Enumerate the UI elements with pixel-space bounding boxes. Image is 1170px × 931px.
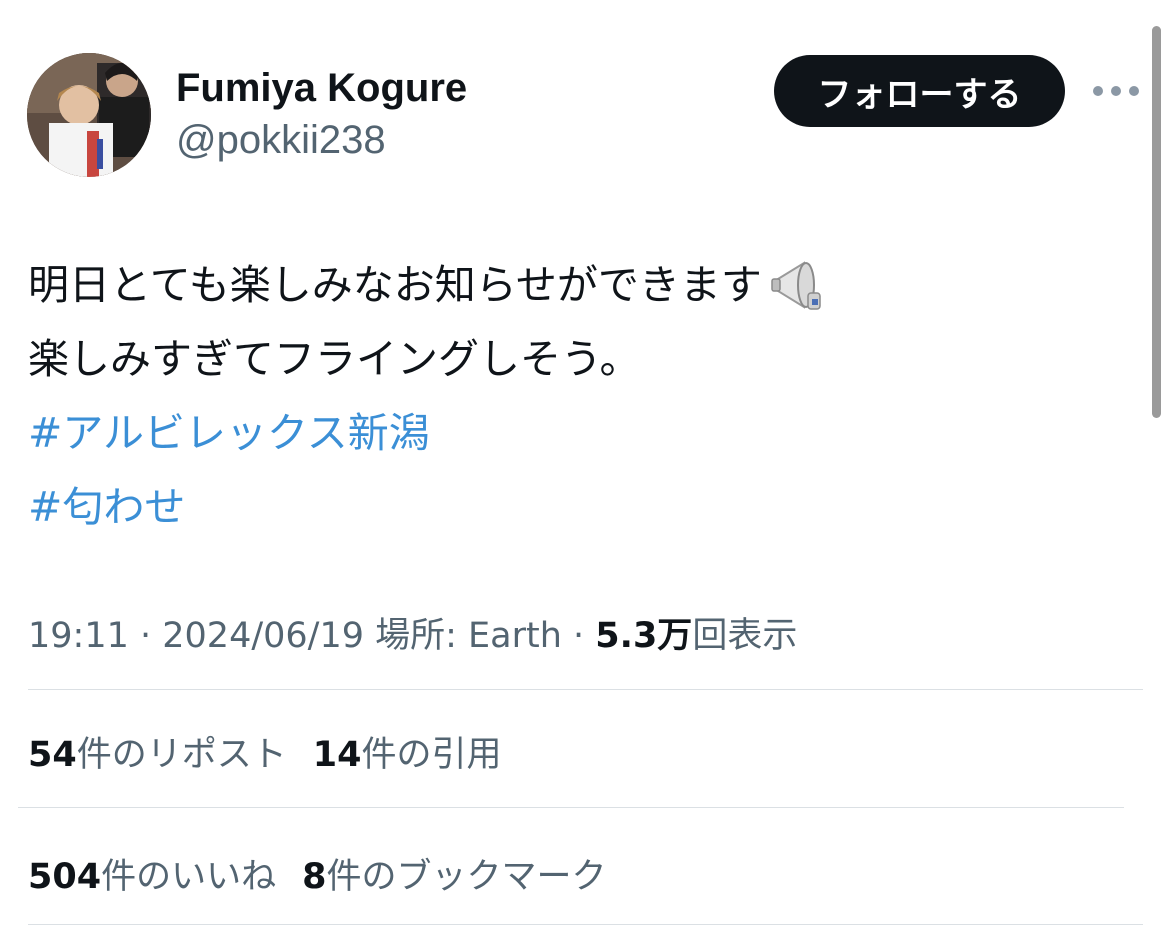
tweet-location: 場所: Earth — [364, 616, 562, 656]
meta-separator: · — [561, 616, 596, 656]
tweet-time[interactable]: 19:11 — [28, 616, 129, 656]
reposts-count: 54 — [28, 735, 77, 775]
meta-separator: · — [128, 616, 163, 656]
tweet-line: #匂わせ — [28, 470, 1128, 544]
quotes-count: 14 — [312, 735, 362, 775]
bookmarks-count: 8 — [302, 857, 327, 897]
more-dot — [1093, 86, 1103, 96]
display-name[interactable]: Fumiya Kogure — [176, 66, 467, 111]
likes-count: 504 — [28, 857, 102, 897]
likes-label: 件のいいね — [101, 857, 277, 897]
tweet-text-line-2: 楽しみすぎてフライングしそう。 — [28, 335, 641, 383]
tweet-date[interactable]: 2024/06/19 — [162, 616, 364, 656]
divider — [28, 689, 1143, 690]
bookmarks-stat[interactable]: 8件のブックマーク — [302, 848, 606, 899]
views-count: 5.3万 — [595, 616, 693, 656]
tweet-line: 明日とても楽しみなお知らせができます — [28, 248, 1128, 322]
megaphone-icon — [768, 255, 828, 315]
quotes-stat[interactable]: 14件の引用 — [313, 726, 502, 777]
tweet-line: #アルビレックス新潟 — [28, 396, 1128, 470]
more-dot — [1129, 86, 1139, 96]
views-label: 回表示 — [692, 616, 798, 656]
divider — [18, 807, 1124, 808]
reposts-label: 件のリポスト — [76, 735, 287, 775]
reposts-stat[interactable]: 54件のリポスト — [28, 726, 287, 777]
more-options-icon[interactable] — [1093, 83, 1139, 99]
more-dot — [1111, 86, 1121, 96]
likes-stat[interactable]: 504件のいいね — [28, 848, 276, 899]
stats-row-likes: 504件のいいね 8件のブックマーク — [28, 848, 632, 899]
tweet-line: 楽しみすぎてフライングしそう。 — [28, 322, 1128, 396]
quotes-label: 件の引用 — [361, 735, 502, 775]
stats-row-engagement: 54件のリポスト 14件の引用 — [28, 726, 527, 777]
hashtag-link[interactable]: #アルビレックス新潟 — [28, 396, 430, 470]
follow-button[interactable]: フォローする — [774, 55, 1065, 127]
hashtag-link[interactable]: #匂わせ — [28, 470, 185, 544]
tweet-text-line-1: 明日とても楽しみなお知らせができます — [28, 261, 762, 309]
avatar[interactable] — [27, 53, 151, 177]
user-handle[interactable]: @pokkii238 — [176, 118, 386, 163]
divider — [28, 924, 1143, 925]
bookmarks-label: 件のブックマーク — [326, 857, 607, 897]
tweet-body: 明日とても楽しみなお知らせができます 楽しみすぎてフライングしそう。 #アルビレ… — [28, 248, 1128, 544]
tweet-meta: 19:11 · 2024/06/19 場所: Earth · 5.3万回表示 — [28, 607, 797, 658]
scrollbar[interactable] — [1152, 26, 1161, 418]
